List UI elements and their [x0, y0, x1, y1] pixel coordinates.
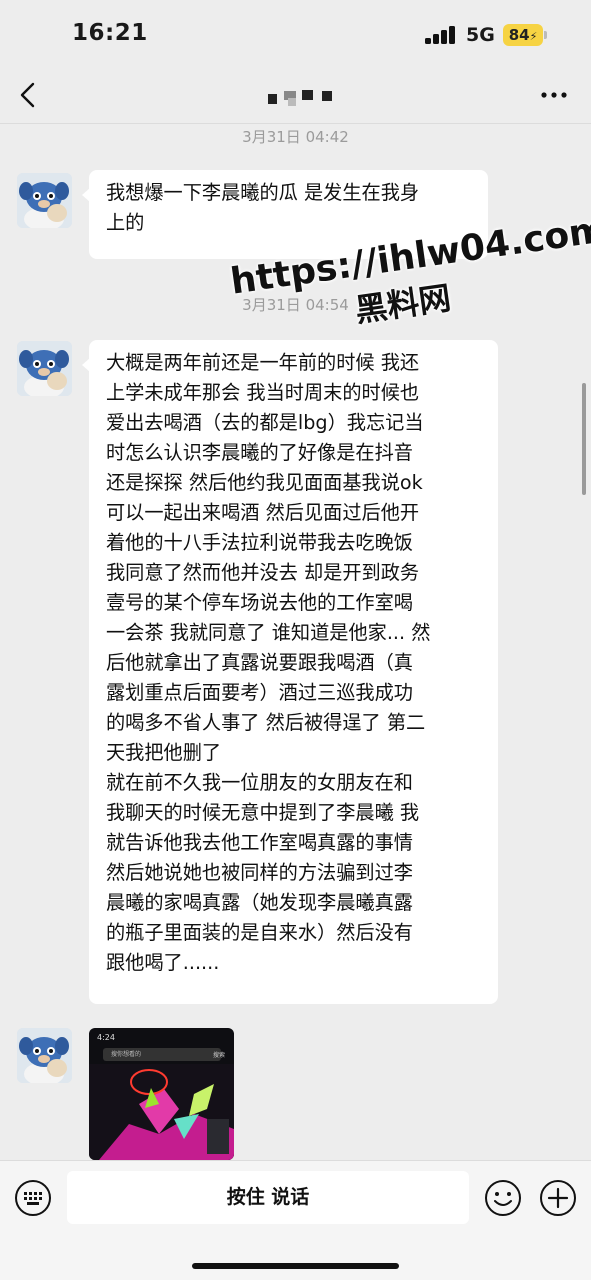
more-button[interactable]: [537, 80, 571, 110]
photo-content-icon: [89, 1064, 234, 1160]
battery-icon: 84⚡: [503, 24, 543, 46]
emoji-icon: [485, 1180, 521, 1216]
back-button[interactable]: [12, 78, 46, 112]
keyboard-button[interactable]: [14, 1179, 52, 1217]
more-actions-button[interactable]: [539, 1179, 577, 1217]
home-indicator[interactable]: [192, 1263, 399, 1269]
network-label: 5G: [466, 24, 495, 46]
image-search-placeholder: 搜你想看的: [111, 1051, 142, 1058]
pixelated-name-icon: [268, 94, 277, 104]
image-search-button: 搜索: [212, 1052, 225, 1059]
image-message[interactable]: 4:24 搜你想看的 搜索: [89, 1028, 234, 1160]
chat-title-redacted: [264, 88, 336, 106]
message-timestamp: 3月31日 04:54: [242, 296, 349, 314]
status-bar: 16:21 5G 84⚡: [0, 0, 591, 70]
battery-cap: [544, 31, 547, 39]
chat-nav-bar: [0, 70, 591, 124]
avatar-icon: [17, 173, 72, 228]
signal-icon: [425, 26, 457, 44]
avatar[interactable]: [17, 1028, 72, 1083]
message-bubble[interactable]: 大概是两年前还是一年前的时候 我还 上学未成年那会 我当时周末的时候也 爱出去喝…: [82, 340, 498, 1004]
scrollbar[interactable]: [582, 383, 586, 495]
status-time: 16:21: [72, 20, 148, 46]
more-dots-icon: [541, 92, 567, 98]
emoji-button[interactable]: [484, 1179, 522, 1217]
keyboard-icon: [15, 1180, 51, 1216]
input-bar: 按住 说话: [0, 1160, 591, 1280]
image-status-time: 4:24: [97, 1033, 115, 1042]
avatar[interactable]: [17, 341, 72, 396]
avatar-icon: [17, 341, 72, 396]
chevron-left-icon: [20, 82, 35, 108]
plus-icon: [540, 1180, 576, 1216]
hold-to-talk-button[interactable]: 按住 说话: [67, 1171, 469, 1224]
avatar[interactable]: [17, 173, 72, 228]
image-search-bar: 搜你想看的: [103, 1048, 221, 1061]
battery-level: 84: [508, 26, 530, 44]
avatar-icon: [17, 1028, 72, 1083]
message-timestamp: 3月31日 04:42: [242, 128, 349, 146]
